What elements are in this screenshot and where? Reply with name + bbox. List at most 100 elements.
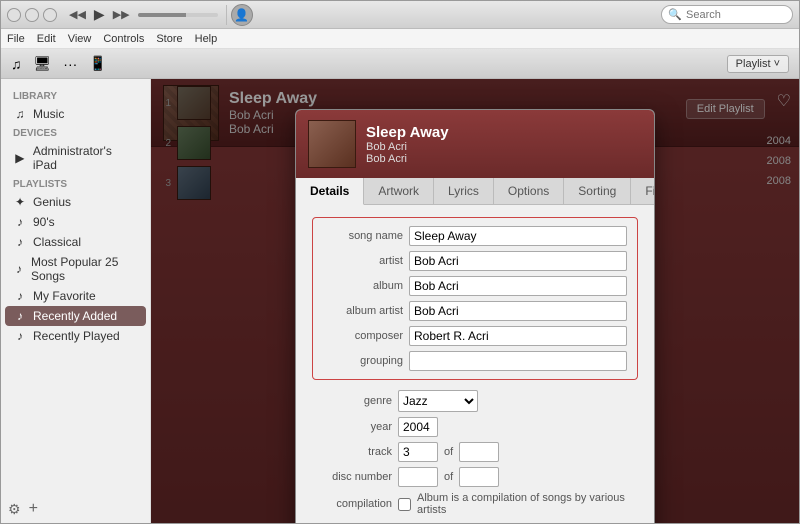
modal-body: song name artist album <box>296 205 654 523</box>
music-icon: ♫ <box>13 107 27 121</box>
main-content: Library ♫ Music Devices ▶ Administrator'… <box>1 79 799 523</box>
search-box: 🔍 <box>661 5 793 24</box>
sidebar-item-recently-played[interactable]: ♪ Recently Played <box>1 326 150 346</box>
tab-details[interactable]: Details <box>296 178 364 205</box>
playlist-header-btn[interactable]: Playlist ˅ <box>727 55 789 73</box>
menu-bar: File Edit View Controls Store Help <box>1 29 799 49</box>
grouping-label: grouping <box>323 355 403 367</box>
artist-label: artist <box>323 255 403 267</box>
sidebar-item-genius[interactable]: ✦ Genius <box>1 192 150 212</box>
disc-input[interactable] <box>398 467 438 487</box>
artist-input[interactable] <box>409 251 627 271</box>
sidebar-favorite-label: My Favorite <box>33 289 96 303</box>
tab-lyrics[interactable]: Lyrics <box>434 178 494 204</box>
ipad-icon: ▶ <box>13 151 27 165</box>
title-bar: ◀◀ ▶ ▶▶ 👤 🔍 <box>1 1 799 29</box>
genre-select[interactable]: Jazz <box>398 390 478 412</box>
minimize-button[interactable] <box>25 8 39 22</box>
sidebar-classical-label: Classical <box>33 235 81 249</box>
menu-edit[interactable]: Edit <box>37 33 56 45</box>
settings-icon[interactable]: ⚙ <box>8 501 21 518</box>
disc-row: disc number of <box>312 467 638 487</box>
genre-label: genre <box>312 395 392 407</box>
grouping-row: grouping <box>323 351 627 371</box>
sidebar-music-label: Music <box>33 107 64 121</box>
year-input[interactable] <box>398 417 438 437</box>
content-area: Sleep Away Bob Acri Bob Acri 1 2 3 <box>151 79 799 523</box>
composer-input[interactable] <box>409 326 627 346</box>
track-input[interactable] <box>398 442 438 462</box>
main-form-section: song name artist album <box>312 217 638 380</box>
song-name-label: song name <box>323 230 403 242</box>
modal-overlay: Sleep Away Bob Acri Bob Acri Details Art… <box>151 79 799 523</box>
album-artist-row: album artist <box>323 301 627 321</box>
song-info-modal: Sleep Away Bob Acri Bob Acri Details Art… <box>295 109 655 523</box>
play-button[interactable]: ▶ <box>90 4 109 25</box>
maximize-button[interactable] <box>43 8 57 22</box>
music-library-icon[interactable]: ♫ <box>11 56 22 72</box>
sidebar: Library ♫ Music Devices ▶ Administrator'… <box>1 79 151 523</box>
rating-row: rating ♡ <box>312 521 638 523</box>
genius-icon: ✦ <box>13 195 27 209</box>
track-of-input[interactable] <box>459 442 499 462</box>
menu-help[interactable]: Help <box>195 33 218 45</box>
composer-label: composer <box>323 330 403 342</box>
sidebar-ipad-label: Administrator's iPad <box>33 144 138 172</box>
tab-options[interactable]: Options <box>494 178 564 204</box>
grouping-input[interactable] <box>409 351 627 371</box>
track-row: track of <box>312 442 638 462</box>
album-row: album <box>323 276 627 296</box>
playlist-icon-recently-played: ♪ <box>13 329 27 343</box>
song-name-row: song name <box>323 226 627 246</box>
modal-album-art <box>308 120 356 168</box>
disc-of-separator: of <box>444 471 453 483</box>
sidebar-item-90s[interactable]: ♪ 90's <box>1 212 150 232</box>
modal-header: Sleep Away Bob Acri Bob Acri <box>296 110 654 178</box>
menu-store[interactable]: Store <box>156 33 182 45</box>
disc-of-input[interactable] <box>459 467 499 487</box>
album-artist-label: album artist <box>323 305 403 317</box>
menu-controls[interactable]: Controls <box>103 33 144 45</box>
artist-row: artist <box>323 251 627 271</box>
menu-file[interactable]: File <box>7 33 25 45</box>
user-icon[interactable]: 👤 <box>231 4 253 26</box>
modal-song-artist: Bob Acri <box>366 141 449 153</box>
modal-song-album: Bob Acri <box>366 153 449 165</box>
rating-heart-icon[interactable]: ♡ <box>462 521 475 523</box>
skip-back-icon[interactable]: ◀◀ <box>69 8 86 21</box>
search-input[interactable] <box>686 9 786 21</box>
sidebar-item-music[interactable]: ♫ Music <box>1 104 150 124</box>
album-input[interactable] <box>409 276 627 296</box>
sidebar-item-favorite[interactable]: ♪ My Favorite <box>1 286 150 306</box>
close-button[interactable] <box>7 8 21 22</box>
tab-sorting[interactable]: Sorting <box>564 178 631 204</box>
year-label: year <box>312 421 392 433</box>
volume-slider[interactable] <box>138 13 218 17</box>
playlists-section-label: Playlists <box>1 175 150 192</box>
sidebar-item-popular[interactable]: ♪ Most Popular 25 Songs <box>1 252 150 286</box>
add-icon[interactable]: + <box>29 500 38 518</box>
mobile-icon[interactable]: 📱 <box>89 55 106 72</box>
modal-song-info: Sleep Away Bob Acri Bob Acri <box>366 124 449 165</box>
skip-forward-icon[interactable]: ▶▶ <box>113 8 130 21</box>
playlist-icon-favorite: ♪ <box>13 289 27 303</box>
playlist-icon-recently-added: ♪ <box>13 309 27 323</box>
library-section-label: Library <box>1 87 150 104</box>
tab-artwork[interactable]: Artwork <box>364 178 434 204</box>
compilation-checkbox[interactable] <box>398 498 411 511</box>
monitor-icon[interactable]: 🖥 <box>34 55 52 72</box>
rating-dots[interactable]: ♡ <box>398 521 475 523</box>
more-icon[interactable]: ··· <box>63 56 77 72</box>
playlist-icon-popular: ♪ <box>13 262 25 276</box>
modal-tabs: Details Artwork Lyrics Options Sorting F… <box>296 178 654 205</box>
sidebar-item-classical[interactable]: ♪ Classical <box>1 232 150 252</box>
song-name-input[interactable] <box>409 226 627 246</box>
sidebar-item-recently-added[interactable]: ♪ Recently Added <box>5 306 146 326</box>
sidebar-item-ipad[interactable]: ▶ Administrator's iPad <box>1 141 150 175</box>
sidebar-recently-added-label: Recently Added <box>33 309 117 323</box>
album-artist-input[interactable] <box>409 301 627 321</box>
menu-view[interactable]: View <box>68 33 92 45</box>
modal-song-title: Sleep Away <box>366 124 449 141</box>
genre-row: genre Jazz <box>312 390 638 412</box>
tab-file[interactable]: File <box>631 178 655 204</box>
